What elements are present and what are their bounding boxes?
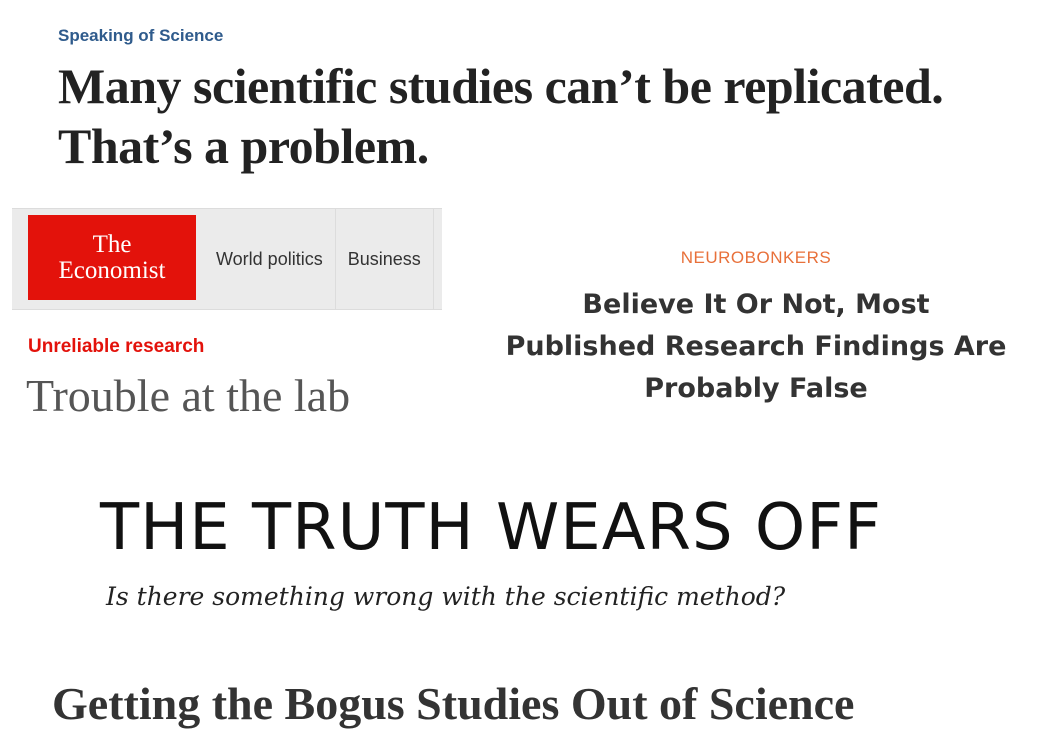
nav-item-world-politics[interactable]: World politics [196,209,336,309]
newyorker-headline: THE TRUTH WEARS OFF [100,491,882,565]
economist-logo[interactable]: The Economist [28,215,196,300]
wapo-clipping: Speaking of Science Many scientific stud… [58,24,1048,176]
wapo-section-kicker[interactable]: Speaking of Science [58,24,1048,48]
neurobonkers-kicker[interactable]: NEUROBONKERS [460,246,1052,270]
economist-logo-line2: Economist [58,256,166,284]
neurobonkers-headline-line2: Published Research Findings Are [505,331,1007,362]
economist-nav-bar: The Economist World politics Business [12,208,442,310]
economist-logo-line1: The [92,230,132,258]
bogus-studies-headline: Getting the Bogus Studies Out of Science [52,678,855,729]
wapo-headline: Many scientific studies can’t be replica… [58,56,1048,176]
economist-kicker: Unreliable research [28,336,205,357]
neurobonkers-headline-line1: Believe It Or Not, Most [582,289,930,320]
wapo-headline-line2: That’s a problem. [58,118,429,174]
newyorker-subhead: Is there something wrong with the scient… [106,582,786,611]
neurobonkers-headline: Believe It Or Not, Most Published Resear… [460,284,1052,410]
neurobonkers-headline-line3: Probably False [644,373,868,404]
neurobonkers-clipping: NEUROBONKERS Believe It Or Not, Most Pub… [460,246,1052,410]
nav-item-business[interactable]: Business [336,209,434,309]
wapo-headline-line1: Many scientific studies can’t be replica… [58,58,944,114]
economist-headline: Trouble at the lab [26,370,351,421]
